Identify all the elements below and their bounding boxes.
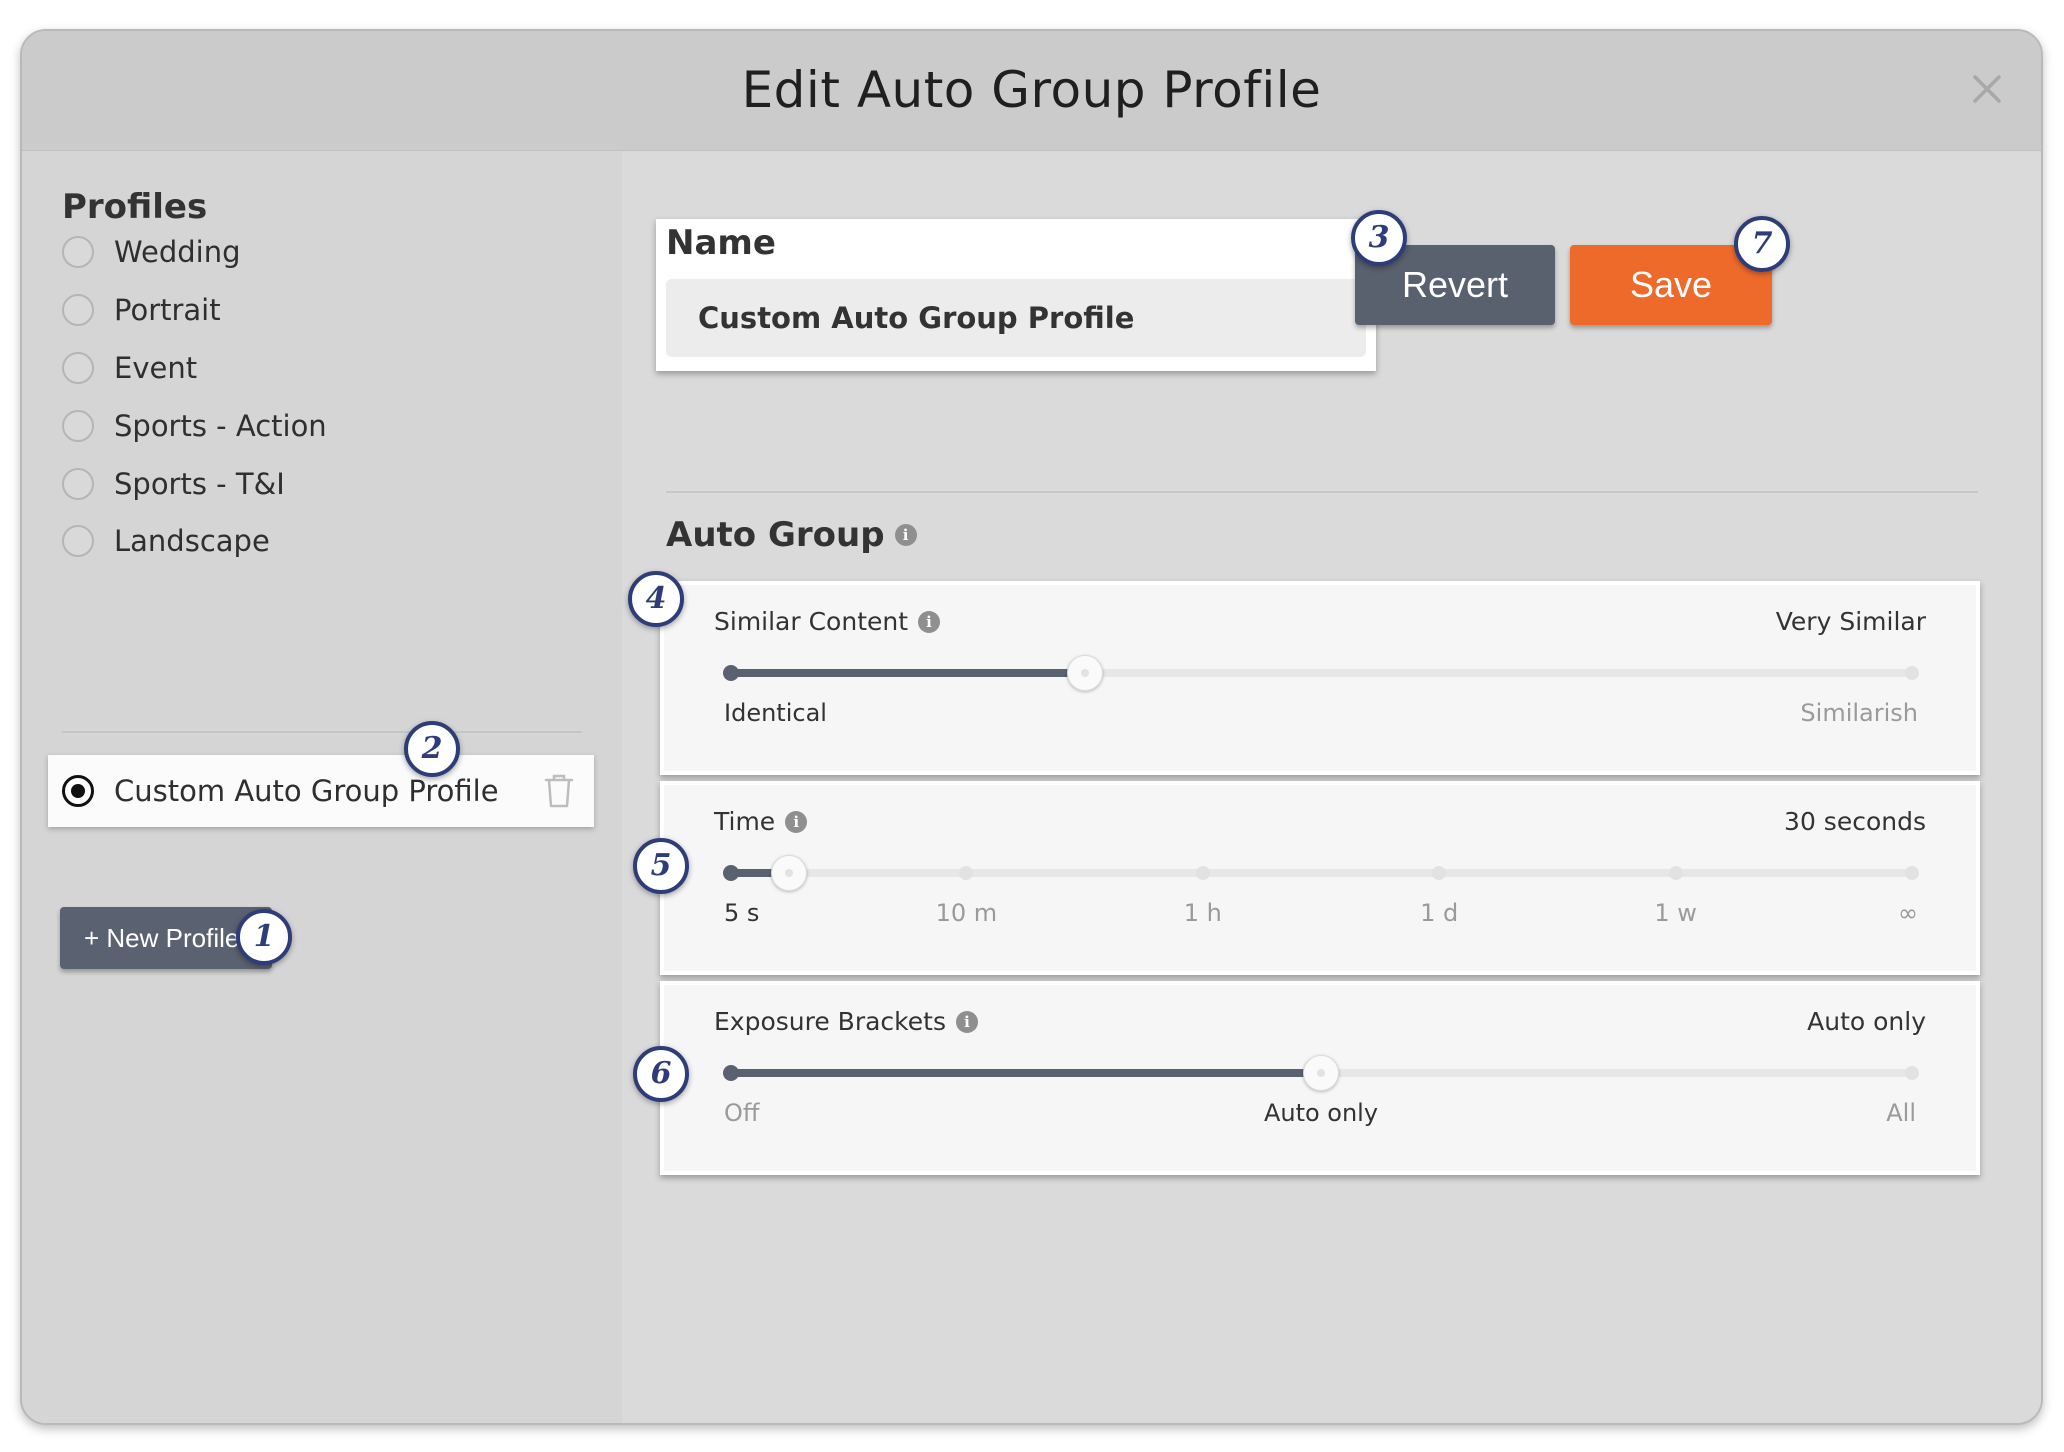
profile-editor: Name Revert Save Auto Group i Similar Co… (622, 151, 2041, 1423)
profile-item-portrait[interactable]: Portrait (62, 285, 221, 335)
profile-label: Landscape (114, 524, 270, 558)
auto-group-title: Auto Group i (666, 515, 917, 555)
trash-icon[interactable] (542, 773, 576, 809)
close-icon[interactable] (1967, 69, 2007, 109)
profile-item-custom[interactable]: Custom Auto Group Profile (48, 755, 594, 827)
profile-item-landscape[interactable]: Landscape (62, 516, 270, 566)
profile-label: Sports - T&I (114, 467, 285, 501)
profile-label: Sports - Action (114, 409, 327, 443)
callout-badge: 2 (404, 721, 460, 777)
slider-start-dot (723, 665, 739, 681)
time-tick-label: 5 s (724, 899, 760, 927)
time-label-wrap: Time i (714, 807, 808, 836)
radio-button[interactable] (62, 294, 94, 326)
time-tick-dot[interactable] (1195, 866, 1210, 880)
exposure-tick-label: Auto only (1263, 1099, 1379, 1127)
callout-badge: 5 (633, 838, 689, 894)
radio-button[interactable] (62, 352, 94, 384)
profiles-sidebar: Profiles Wedding Portrait Event Sports -… (22, 151, 622, 1423)
slider-min-label: Identical (724, 699, 827, 727)
callout-badge: 4 (628, 571, 684, 627)
similar-content-card: Similar Content i Very Similar Identical… (660, 581, 1980, 775)
callout-badge: 1 (236, 909, 292, 965)
slider-start-dot (723, 1065, 739, 1081)
callout-badge: 7 (1734, 216, 1790, 272)
similar-content-label: Similar Content (714, 607, 909, 636)
exposure-tick-label: Off (724, 1099, 760, 1127)
profile-name-input[interactable] (666, 279, 1366, 357)
profile-label: Wedding (114, 235, 241, 269)
info-icon[interactable]: i (918, 610, 941, 633)
similar-content-label-wrap: Similar Content i (714, 607, 941, 636)
info-icon[interactable]: i (894, 524, 917, 546)
time-slider[interactable] (723, 855, 1919, 891)
exposure-brackets-card: Exposure Brackets i Auto only Off Auto on… (660, 981, 1980, 1175)
name-card: Name (656, 219, 1376, 371)
slider-end-dot (1905, 666, 1919, 680)
profile-item-wedding[interactable]: Wedding (62, 227, 240, 277)
slider-fill (730, 669, 1085, 677)
radio-button[interactable] (62, 236, 94, 268)
time-tick-dot[interactable] (1668, 866, 1683, 880)
time-tick-dot[interactable] (1432, 866, 1447, 880)
time-tick-label: 1 d (1420, 899, 1459, 927)
name-label: Name (666, 223, 776, 263)
profile-label: Custom Auto Group Profile (114, 774, 499, 808)
profile-label: Portrait (114, 293, 221, 327)
profiles-heading: Profiles (62, 187, 208, 227)
profile-label: Event (114, 351, 198, 385)
profile-item-event[interactable]: Event (62, 343, 197, 393)
radio-button-selected[interactable] (62, 775, 94, 807)
time-tick-dot[interactable] (959, 866, 974, 880)
section-divider (666, 491, 1978, 493)
slider-thumb[interactable] (1303, 1055, 1339, 1091)
time-card: Time i 30 seconds 5 s 10 m 1 h 1 d 1 w ∞ (660, 781, 1980, 975)
radio-button[interactable] (62, 468, 94, 500)
time-tick-label: 10 m (935, 899, 998, 927)
time-value: 30 seconds (1784, 807, 1926, 836)
time-label: Time (714, 807, 776, 836)
time-tick-label: 1 w (1654, 899, 1697, 927)
radio-button[interactable] (62, 525, 94, 557)
callout-badge: 6 (633, 1046, 689, 1102)
dialog-header: Edit Auto Group Profile (22, 31, 2041, 151)
slider-fill (730, 1069, 1321, 1077)
sidebar-divider (62, 731, 582, 733)
exposure-brackets-slider[interactable] (723, 1055, 1919, 1091)
slider-thumb[interactable] (771, 855, 808, 891)
slider-max-label: Similarish (1800, 699, 1918, 727)
similar-content-value: Very Similar (1775, 607, 1926, 636)
slider-thumb[interactable] (1066, 655, 1103, 691)
exposure-brackets-label: Exposure Brackets (714, 1007, 946, 1036)
slider-end-dot (1905, 1066, 1919, 1080)
dialog-title: Edit Auto Group Profile (741, 61, 1322, 119)
exposure-label-wrap: Exposure Brackets i (714, 1007, 978, 1036)
similar-content-slider[interactable] (723, 655, 1919, 691)
info-icon[interactable]: i (955, 1010, 978, 1033)
callout-badge: 3 (1351, 210, 1407, 266)
info-icon[interactable]: i (785, 810, 808, 833)
time-tick-dot[interactable] (1905, 866, 1919, 880)
auto-group-title-text: Auto Group (666, 515, 885, 555)
radio-button[interactable] (62, 410, 94, 442)
exposure-tick-label: All (1886, 1099, 1916, 1127)
time-tick-label: 1 h (1183, 899, 1222, 927)
profile-item-sports-action[interactable]: Sports - Action (62, 401, 327, 451)
time-tick-label: ∞ (1898, 899, 1918, 927)
slider-start-dot (723, 865, 739, 881)
profile-item-sports-ti[interactable]: Sports - T&I (62, 459, 285, 509)
exposure-brackets-value: Auto only (1807, 1007, 1926, 1036)
